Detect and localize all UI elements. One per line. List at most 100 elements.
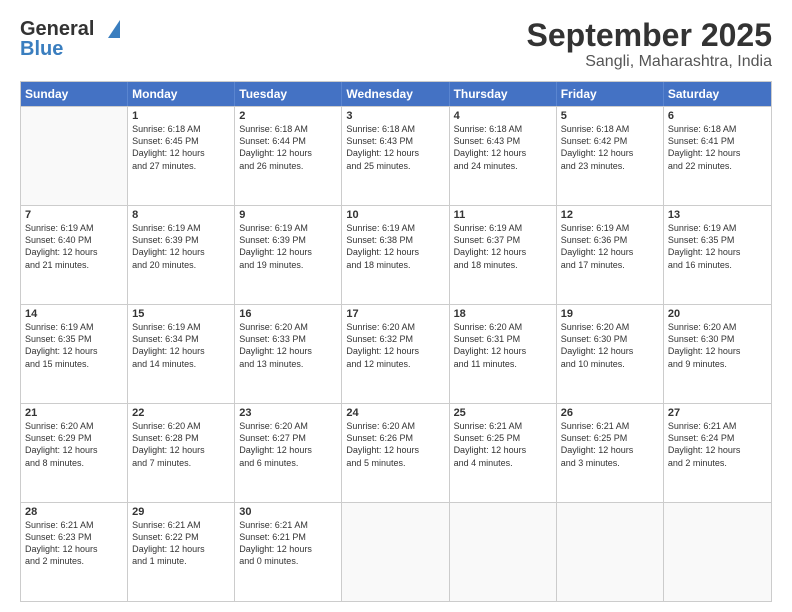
day-info: Sunrise: 6:19 AM Sunset: 6:39 PM Dayligh… [239, 222, 337, 271]
day-info: Sunrise: 6:19 AM Sunset: 6:35 PM Dayligh… [25, 321, 123, 370]
calendar-cell [450, 503, 557, 601]
calendar-cell: 26Sunrise: 6:21 AM Sunset: 6:25 PM Dayli… [557, 404, 664, 502]
day-number: 18 [454, 308, 552, 320]
day-info: Sunrise: 6:20 AM Sunset: 6:33 PM Dayligh… [239, 321, 337, 370]
day-number: 6 [668, 110, 767, 122]
header-day-tuesday: Tuesday [235, 82, 342, 106]
calendar-body: 1Sunrise: 6:18 AM Sunset: 6:45 PM Daylig… [21, 106, 771, 601]
day-info: Sunrise: 6:18 AM Sunset: 6:45 PM Dayligh… [132, 123, 230, 172]
day-info: Sunrise: 6:21 AM Sunset: 6:24 PM Dayligh… [668, 420, 767, 469]
day-number: 15 [132, 308, 230, 320]
calendar-row-0: 1Sunrise: 6:18 AM Sunset: 6:45 PM Daylig… [21, 106, 771, 205]
day-info: Sunrise: 6:20 AM Sunset: 6:31 PM Dayligh… [454, 321, 552, 370]
day-number: 3 [346, 110, 444, 122]
day-info: Sunrise: 6:19 AM Sunset: 6:34 PM Dayligh… [132, 321, 230, 370]
day-info: Sunrise: 6:19 AM Sunset: 6:39 PM Dayligh… [132, 222, 230, 271]
day-info: Sunrise: 6:20 AM Sunset: 6:30 PM Dayligh… [668, 321, 767, 370]
calendar-cell: 12Sunrise: 6:19 AM Sunset: 6:36 PM Dayli… [557, 206, 664, 304]
day-info: Sunrise: 6:21 AM Sunset: 6:25 PM Dayligh… [561, 420, 659, 469]
day-info: Sunrise: 6:21 AM Sunset: 6:22 PM Dayligh… [132, 519, 230, 568]
calendar-cell: 5Sunrise: 6:18 AM Sunset: 6:42 PM Daylig… [557, 107, 664, 205]
day-number: 11 [454, 209, 552, 221]
logo: General Blue [20, 18, 110, 63]
page: General Blue September 2025 Sangli, Maha… [0, 0, 792, 612]
day-number: 25 [454, 407, 552, 419]
calendar-cell: 6Sunrise: 6:18 AM Sunset: 6:41 PM Daylig… [664, 107, 771, 205]
day-info: Sunrise: 6:20 AM Sunset: 6:32 PM Dayligh… [346, 321, 444, 370]
calendar-cell: 24Sunrise: 6:20 AM Sunset: 6:26 PM Dayli… [342, 404, 449, 502]
calendar-cell: 2Sunrise: 6:18 AM Sunset: 6:44 PM Daylig… [235, 107, 342, 205]
header-day-thursday: Thursday [450, 82, 557, 106]
day-number: 7 [25, 209, 123, 221]
logo-blue-text: Blue [20, 38, 63, 61]
calendar-cell: 30Sunrise: 6:21 AM Sunset: 6:21 PM Dayli… [235, 503, 342, 601]
calendar-header: SundayMondayTuesdayWednesdayThursdayFrid… [21, 82, 771, 106]
day-info: Sunrise: 6:20 AM Sunset: 6:29 PM Dayligh… [25, 420, 123, 469]
day-info: Sunrise: 6:21 AM Sunset: 6:21 PM Dayligh… [239, 519, 337, 568]
calendar-cell: 4Sunrise: 6:18 AM Sunset: 6:43 PM Daylig… [450, 107, 557, 205]
calendar: SundayMondayTuesdayWednesdayThursdayFrid… [20, 81, 772, 602]
calendar-cell: 21Sunrise: 6:20 AM Sunset: 6:29 PM Dayli… [21, 404, 128, 502]
calendar-cell: 1Sunrise: 6:18 AM Sunset: 6:45 PM Daylig… [128, 107, 235, 205]
day-number: 8 [132, 209, 230, 221]
calendar-cell: 15Sunrise: 6:19 AM Sunset: 6:34 PM Dayli… [128, 305, 235, 403]
calendar-row-3: 21Sunrise: 6:20 AM Sunset: 6:29 PM Dayli… [21, 403, 771, 502]
calendar-cell: 16Sunrise: 6:20 AM Sunset: 6:33 PM Dayli… [235, 305, 342, 403]
day-number: 5 [561, 110, 659, 122]
day-info: Sunrise: 6:19 AM Sunset: 6:37 PM Dayligh… [454, 222, 552, 271]
day-info: Sunrise: 6:19 AM Sunset: 6:35 PM Dayligh… [668, 222, 767, 271]
day-number: 12 [561, 209, 659, 221]
day-number: 17 [346, 308, 444, 320]
calendar-cell: 13Sunrise: 6:19 AM Sunset: 6:35 PM Dayli… [664, 206, 771, 304]
day-number: 26 [561, 407, 659, 419]
calendar-cell [342, 503, 449, 601]
header-day-friday: Friday [557, 82, 664, 106]
title-section: September 2025 Sangli, Maharashtra, Indi… [527, 18, 772, 71]
day-number: 19 [561, 308, 659, 320]
calendar-cell: 7Sunrise: 6:19 AM Sunset: 6:40 PM Daylig… [21, 206, 128, 304]
calendar-cell: 29Sunrise: 6:21 AM Sunset: 6:22 PM Dayli… [128, 503, 235, 601]
main-title: September 2025 [527, 18, 772, 53]
header-day-wednesday: Wednesday [342, 82, 449, 106]
header-day-sunday: Sunday [21, 82, 128, 106]
calendar-row-4: 28Sunrise: 6:21 AM Sunset: 6:23 PM Dayli… [21, 502, 771, 601]
calendar-cell [557, 503, 664, 601]
calendar-cell: 25Sunrise: 6:21 AM Sunset: 6:25 PM Dayli… [450, 404, 557, 502]
day-info: Sunrise: 6:20 AM Sunset: 6:27 PM Dayligh… [239, 420, 337, 469]
day-info: Sunrise: 6:19 AM Sunset: 6:36 PM Dayligh… [561, 222, 659, 271]
calendar-cell: 22Sunrise: 6:20 AM Sunset: 6:28 PM Dayli… [128, 404, 235, 502]
calendar-cell: 17Sunrise: 6:20 AM Sunset: 6:32 PM Dayli… [342, 305, 449, 403]
day-number: 10 [346, 209, 444, 221]
day-info: Sunrise: 6:18 AM Sunset: 6:42 PM Dayligh… [561, 123, 659, 172]
calendar-cell: 10Sunrise: 6:19 AM Sunset: 6:38 PM Dayli… [342, 206, 449, 304]
day-number: 24 [346, 407, 444, 419]
calendar-cell: 3Sunrise: 6:18 AM Sunset: 6:43 PM Daylig… [342, 107, 449, 205]
calendar-cell: 18Sunrise: 6:20 AM Sunset: 6:31 PM Dayli… [450, 305, 557, 403]
day-info: Sunrise: 6:19 AM Sunset: 6:40 PM Dayligh… [25, 222, 123, 271]
day-number: 16 [239, 308, 337, 320]
calendar-cell [21, 107, 128, 205]
calendar-cell [664, 503, 771, 601]
day-number: 29 [132, 506, 230, 518]
day-number: 14 [25, 308, 123, 320]
day-info: Sunrise: 6:20 AM Sunset: 6:28 PM Dayligh… [132, 420, 230, 469]
calendar-cell: 28Sunrise: 6:21 AM Sunset: 6:23 PM Dayli… [21, 503, 128, 601]
calendar-cell: 14Sunrise: 6:19 AM Sunset: 6:35 PM Dayli… [21, 305, 128, 403]
logo-shape-icon [108, 20, 120, 38]
day-number: 4 [454, 110, 552, 122]
calendar-row-2: 14Sunrise: 6:19 AM Sunset: 6:35 PM Dayli… [21, 304, 771, 403]
day-number: 27 [668, 407, 767, 419]
day-number: 21 [25, 407, 123, 419]
calendar-cell: 11Sunrise: 6:19 AM Sunset: 6:37 PM Dayli… [450, 206, 557, 304]
day-number: 1 [132, 110, 230, 122]
header-day-monday: Monday [128, 82, 235, 106]
day-number: 22 [132, 407, 230, 419]
calendar-cell: 19Sunrise: 6:20 AM Sunset: 6:30 PM Dayli… [557, 305, 664, 403]
calendar-cell: 9Sunrise: 6:19 AM Sunset: 6:39 PM Daylig… [235, 206, 342, 304]
calendar-row-1: 7Sunrise: 6:19 AM Sunset: 6:40 PM Daylig… [21, 205, 771, 304]
day-info: Sunrise: 6:18 AM Sunset: 6:41 PM Dayligh… [668, 123, 767, 172]
day-info: Sunrise: 6:20 AM Sunset: 6:30 PM Dayligh… [561, 321, 659, 370]
day-number: 30 [239, 506, 337, 518]
calendar-cell: 8Sunrise: 6:19 AM Sunset: 6:39 PM Daylig… [128, 206, 235, 304]
day-number: 9 [239, 209, 337, 221]
